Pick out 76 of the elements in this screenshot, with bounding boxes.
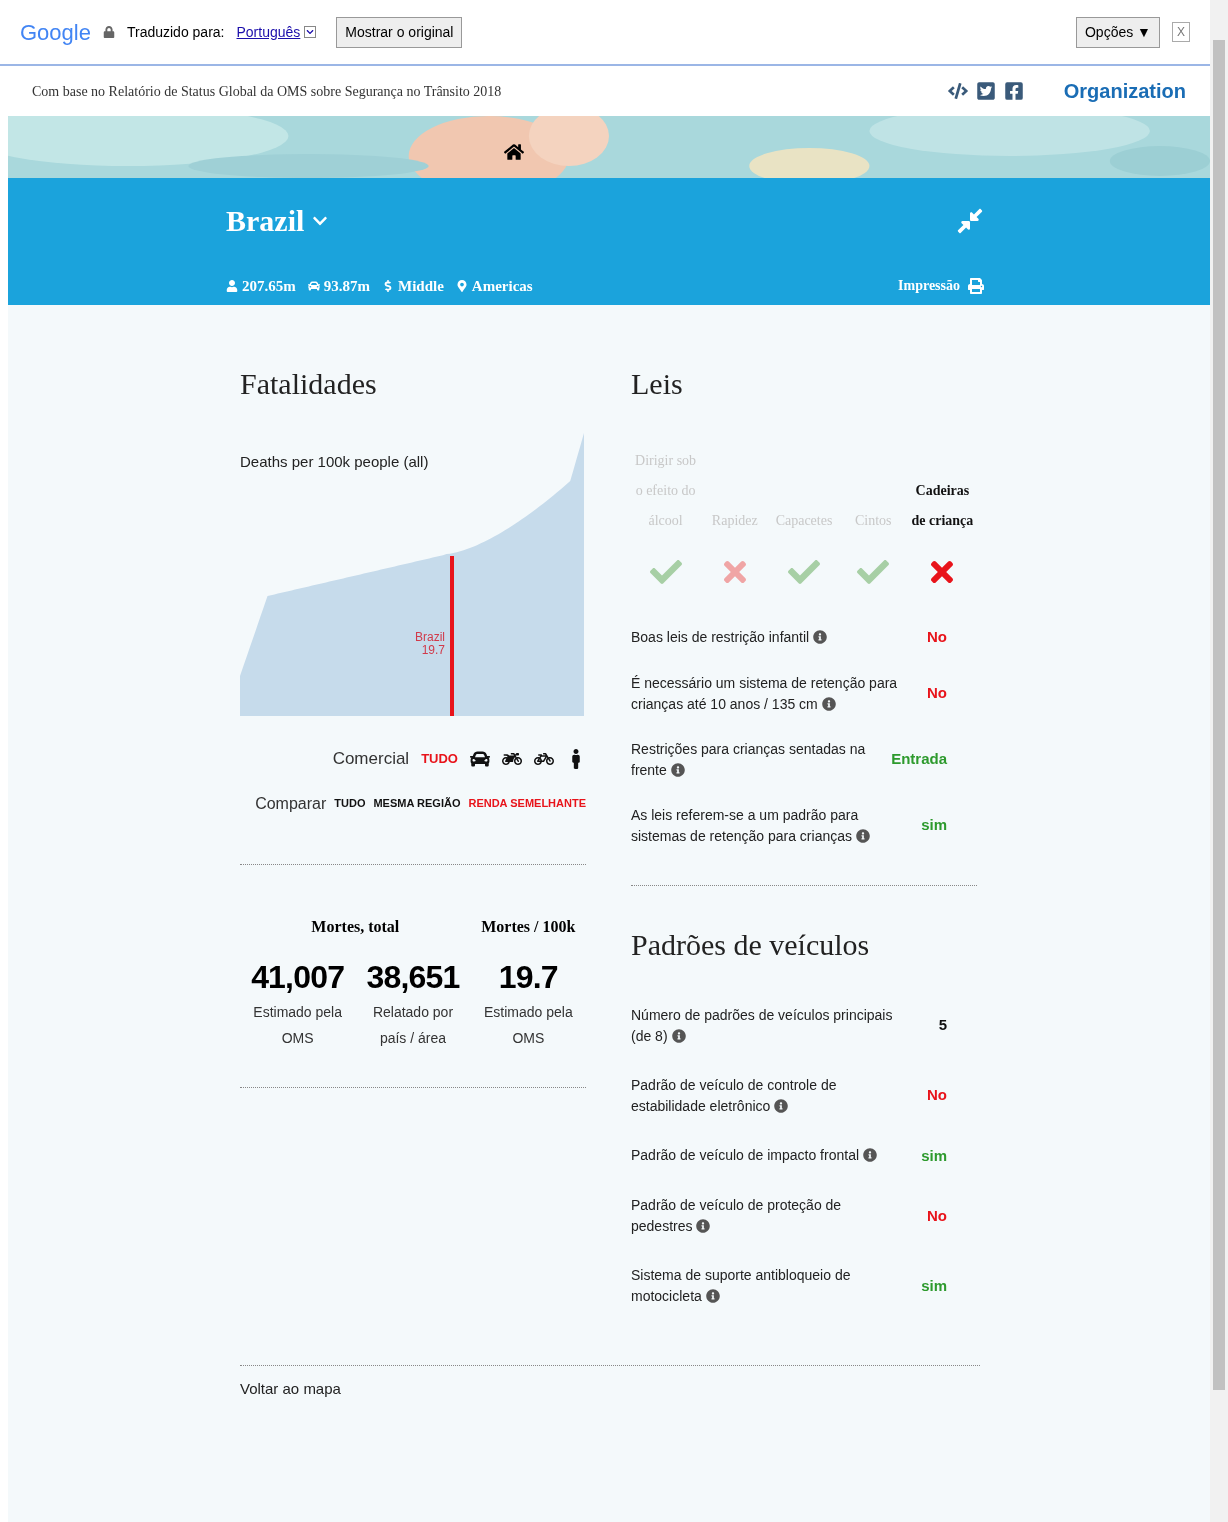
options-button[interactable]: Opções ▼ (1076, 16, 1160, 48)
law-value: Entrada (891, 749, 947, 770)
stat-caption: Estimado pela OMS (252, 1002, 343, 1048)
law-value: No (927, 1205, 947, 1226)
law-value: sim (921, 815, 947, 836)
compare-tab[interactable]: RENDA SEMELHANTE (468, 795, 586, 812)
stat-value: 207.65m (242, 276, 296, 296)
marker-label: Brazil (415, 630, 445, 644)
car-icon (307, 279, 320, 292)
compare-tab[interactable]: MESMA REGIÃO (373, 795, 461, 812)
law-label: É necessário um sistema de retenção para crianças até 10 anos / 135 cm (631, 673, 899, 714)
print-button[interactable]: Impressão (898, 275, 984, 297)
law-category-tab[interactable]: Cadeiras de criança (907, 476, 977, 536)
law-label: As leis referem-se a um padrão para sistemas de retenção para crianças (631, 804, 901, 847)
lock-icon (102, 26, 115, 38)
google-logo: Google (20, 18, 91, 47)
dropdown-icon (304, 26, 317, 38)
law-label: Padrão de veículo de controle de estabilidade eletrônico (631, 1075, 838, 1116)
stat-number: 38,651 (366, 957, 460, 997)
info-icon[interactable] (705, 1289, 720, 1303)
chart-label: Deaths per 100k people (all) (240, 452, 429, 472)
law-label: Padrão de veículo de proteção de pedestres (631, 1196, 843, 1236)
printer-icon (968, 277, 984, 294)
close-button[interactable]: X (1172, 22, 1190, 42)
law-value: 5 (938, 1015, 947, 1036)
info-icon[interactable] (671, 1028, 686, 1043)
law-label: Boas leis de restrição infantil (631, 626, 901, 648)
organization-name[interactable]: Organization (1063, 76, 1186, 106)
info-icon[interactable] (696, 1219, 711, 1233)
back-to-map-link[interactable]: Voltar ao mapa (240, 1378, 341, 1401)
compare-tab[interactable]: TUDO (334, 795, 366, 812)
info-icon[interactable] (670, 762, 685, 777)
marker-value: 19.7 (421, 643, 445, 657)
stat-caption: Estimado pela OMS (482, 1002, 574, 1048)
info-icon[interactable] (813, 629, 828, 644)
section-title: Fatalidades (240, 366, 378, 402)
person-icon (226, 279, 238, 292)
scrollbar-thumb[interactable] (1213, 40, 1225, 1390)
stat-value: Americas (471, 276, 533, 296)
letter-f-icon[interactable] (1003, 81, 1024, 101)
law-label: Padrão de veículo de impacto frontal (631, 1145, 901, 1167)
show-original-button[interactable]: Mostrar o original (336, 16, 463, 48)
stat-caption: Relatado por país / área (371, 1002, 455, 1048)
law-label: Sistema de suporte antibloqueio de motocicleta (631, 1266, 852, 1306)
stat-value: 93.87m (323, 276, 370, 296)
stats-header: Mortes / 100k (480, 916, 577, 937)
law-value: sim (921, 1145, 947, 1166)
law-value: No (927, 683, 947, 704)
law-value: No (927, 627, 947, 647)
translate-label: Traduzido para: (126, 22, 225, 42)
section-title: Leis (631, 366, 684, 402)
stat-number: 19.7 (498, 957, 558, 997)
law-value: sim (921, 1275, 947, 1296)
dollar-icon (382, 279, 394, 292)
section-title: Padrões de veículos (631, 926, 871, 963)
law-label: Restrições para crianças sentadas na frente (631, 739, 867, 780)
info-icon[interactable] (863, 1148, 878, 1163)
mode-filter-tab[interactable]: TUDO (421, 749, 458, 769)
map-pin-icon (455, 279, 468, 292)
language-dropdown[interactable]: Português (236, 21, 317, 43)
bird-icon[interactable] (975, 81, 996, 101)
home-icon[interactable] (504, 142, 524, 162)
mode-label: Comercial (332, 748, 410, 770)
stat-value: Middle (398, 276, 444, 296)
info-icon[interactable] (774, 1098, 789, 1113)
stat-number: 41,007 (251, 957, 345, 997)
stats-header: Mortes, total (310, 916, 401, 937)
info-icon[interactable] (821, 696, 836, 711)
code-icon[interactable] (947, 81, 968, 101)
compare-label: Comparar (255, 793, 327, 814)
law-label: Número de padrões de veículos principais (de 8) (631, 1005, 894, 1046)
page-subtitle: Com base no Relatório de Status Global da OMS sobre Segurança no Trânsito 2018 (32, 82, 502, 101)
info-icon[interactable] (856, 828, 870, 843)
law-value: No (927, 1085, 947, 1106)
compress-icon[interactable] (956, 206, 984, 235)
country-selector[interactable]: Brazil (226, 198, 329, 243)
